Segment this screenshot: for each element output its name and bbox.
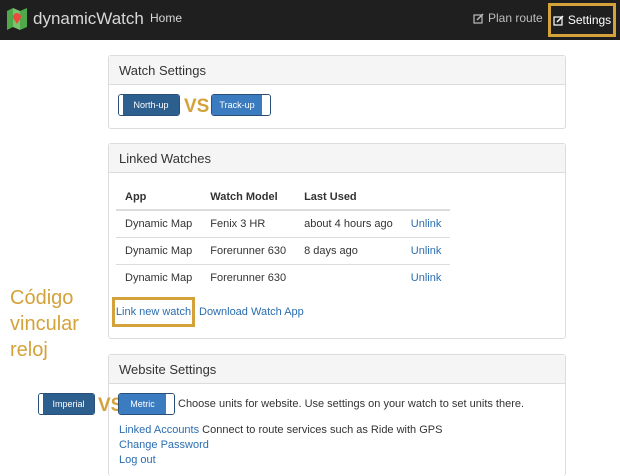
nav-plan-route[interactable]: Plan route <box>473 11 543 25</box>
last-used-cell: 8 days ago <box>295 236 402 264</box>
website-settings-title: Website Settings <box>109 355 565 384</box>
brand-name: dynamicWatch <box>33 9 144 28</box>
imperial-toggle[interactable]: Imperial <box>38 393 95 415</box>
column-header: Last Used <box>295 184 402 211</box>
download-watch-app-link[interactable]: Download Watch App <box>199 306 304 318</box>
model-cell: Fenix 3 HR <box>201 209 296 237</box>
toggle-handle <box>166 394 174 414</box>
website-settings-panel: Website Settings <box>108 354 566 476</box>
table-row: Dynamic Map Forerunner 630 Unlink <box>116 263 451 291</box>
nav-home-link[interactable]: Home <box>150 11 182 25</box>
column-header: Watch Model <box>201 184 296 211</box>
last-used-cell <box>295 263 402 291</box>
metric-label: Metric <box>119 394 166 414</box>
watch-settings-panel: Watch Settings <box>108 55 566 129</box>
settings-label: Settings <box>567 13 612 27</box>
navbar: dynamicWatch Home Plan route Settings <box>0 0 620 40</box>
north-up-toggle[interactable]: North-up <box>118 94 180 116</box>
unlink-link[interactable]: Unlink <box>411 272 442 284</box>
unlink-link[interactable]: Unlink <box>411 218 442 230</box>
linked-watches-title: Linked Watches <box>109 144 565 173</box>
column-header <box>401 184 451 211</box>
log-out-link[interactable]: Log out <box>119 454 156 466</box>
link-new-watch-button[interactable]: Link new watch <box>112 297 195 327</box>
imperial-label: Imperial <box>43 394 94 414</box>
model-cell: Forerunner 630 <box>201 263 296 291</box>
app-cell: Dynamic Map <box>116 263 202 291</box>
brand[interactable]: dynamicWatch <box>6 6 144 32</box>
table-header-row: App Watch Model Last Used <box>116 184 451 211</box>
linked-accounts-row: Linked Accounts Connect to route service… <box>119 424 442 436</box>
track-up-toggle[interactable]: Track-up <box>211 94 271 116</box>
plan-route-label: Plan route <box>488 11 543 25</box>
table-row: Dynamic Map Forerunner 630 8 days ago Un… <box>116 236 451 264</box>
edit-icon <box>553 15 564 26</box>
change-password-link[interactable]: Change Password <box>119 439 209 451</box>
toggle-handle <box>262 95 270 115</box>
column-header: App <box>116 184 202 211</box>
app-cell: Dynamic Map <box>116 236 202 264</box>
table-row: Dynamic Map Fenix 3 HR about 4 hours ago… <box>116 209 451 237</box>
track-up-label: Track-up <box>212 95 262 115</box>
map-logo-icon <box>7 8 27 30</box>
app-cell: Dynamic Map <box>116 209 202 237</box>
annotation-text: Código vincular reloj <box>10 287 79 361</box>
units-description: Choose units for website. Use settings o… <box>178 398 525 410</box>
north-up-label: North-up <box>123 95 179 115</box>
edit-icon <box>473 13 484 24</box>
unlink-link[interactable]: Unlink <box>411 245 442 257</box>
last-used-cell: about 4 hours ago <box>295 209 402 237</box>
watch-settings-title: Watch Settings <box>109 56 565 85</box>
vs-label: VS <box>184 96 210 117</box>
nav-settings[interactable]: Settings <box>548 3 616 37</box>
metric-toggle[interactable]: Metric <box>118 393 175 415</box>
linked-watches-table: App Watch Model Last Used Dynamic Map Fe… <box>116 184 451 291</box>
linked-accounts-description: Connect to route services such as Ride w… <box>199 424 443 436</box>
linked-accounts-link[interactable]: Linked Accounts <box>119 424 199 436</box>
model-cell: Forerunner 630 <box>201 236 296 264</box>
